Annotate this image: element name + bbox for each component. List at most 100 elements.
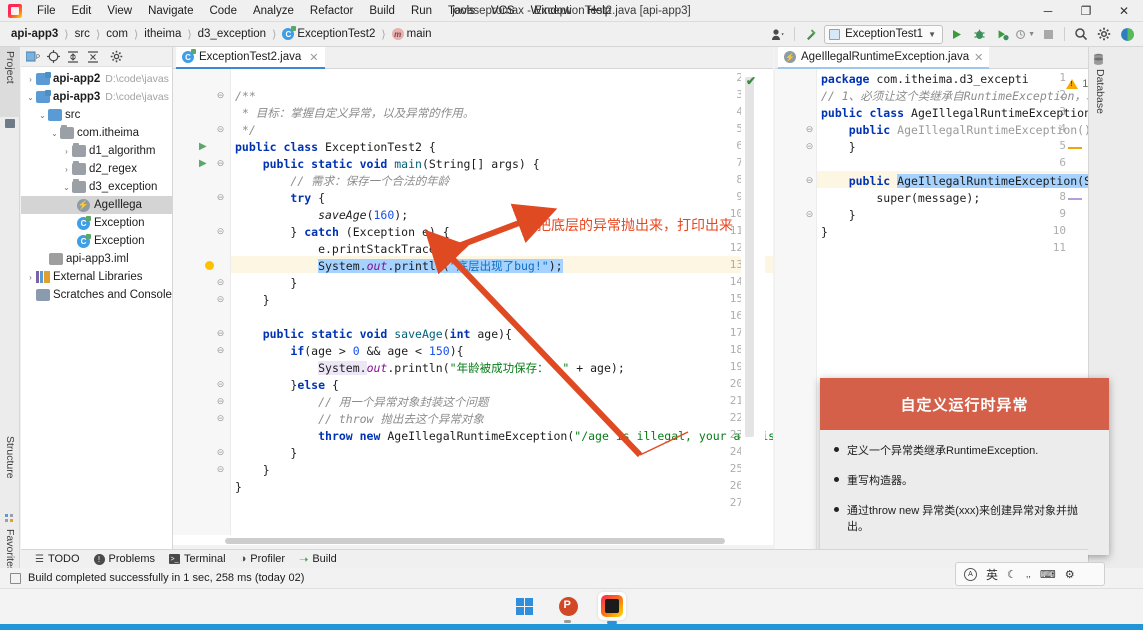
list-item[interactable]: › d2_regex [21, 160, 172, 178]
half-width-icon[interactable]: ,, [1026, 569, 1031, 579]
project-view-selector[interactable]: P [25, 49, 41, 65]
chevron-down-icon[interactable]: ⌄ [25, 93, 36, 102]
list-item[interactable]: C Exception [21, 214, 172, 232]
settings-gear-icon[interactable] [1094, 24, 1114, 44]
tool-button-terminal[interactable]: >_ Terminal [169, 553, 226, 565]
close-icon[interactable]: ✕ [974, 51, 983, 64]
run-coverage-icon[interactable] [992, 24, 1012, 44]
code-fold-toggle[interactable]: ⊝ [216, 227, 225, 236]
code-fold-toggle[interactable]: ⊝ [216, 125, 225, 134]
chevron-right-icon[interactable]: › [61, 147, 72, 156]
profile-icon[interactable] [768, 24, 788, 44]
menu-item-help[interactable]: Help [579, 1, 619, 21]
menu-item-view[interactable]: View [99, 1, 140, 21]
code-fold-toggle[interactable]: ⊖ [216, 159, 225, 168]
ime-mode-icon[interactable]: A [964, 567, 977, 581]
list-item[interactable]: ⌄ d3_exception [21, 178, 172, 196]
list-item[interactable]: ⌄ api-app3 D:\code\javas [21, 88, 172, 106]
list-item[interactable]: › api-app2 D:\code\javas [21, 70, 172, 88]
keyboard-icon[interactable]: ⌨ [1040, 568, 1056, 581]
menu-item-code[interactable]: Code [201, 1, 245, 21]
run-gutter-icon[interactable]: ▶ [199, 141, 209, 152]
breadcrumb-item-src[interactable]: src [72, 27, 93, 41]
breadcrumb-item-itheima[interactable]: itheima [141, 27, 184, 41]
menu-item-run[interactable]: Run [403, 1, 440, 21]
list-item[interactable]: ⌄ com.itheima [21, 124, 172, 142]
powerpoint-icon[interactable] [554, 592, 582, 623]
breadcrumb-item-api-app3[interactable]: api-app3 [8, 27, 61, 41]
breadcrumb[interactable]: api-app3 ⟩ src ⟩ com ⟩ itheima ⟩ d3_exce… [0, 26, 435, 41]
breadcrumb-item-exceptiontest2[interactable]: C ExceptionTest2 [279, 26, 378, 41]
windows-start-icon[interactable] [510, 592, 538, 620]
intellij-idea-icon[interactable] [598, 592, 626, 624]
menu-item-navigate[interactable]: Navigate [140, 1, 201, 21]
run-configuration-selector[interactable]: ExceptionTest1 ▼ [824, 24, 943, 44]
list-item[interactable]: C Exception [21, 232, 172, 250]
list-item-scratches[interactable]: Scratches and Consoles [21, 286, 172, 304]
code-fold-toggle[interactable]: ⊖ [216, 91, 225, 100]
menu-item-analyze[interactable]: Analyze [245, 1, 302, 21]
menu-item-build[interactable]: Build [361, 1, 403, 21]
list-item-ageillegalruntimeexception[interactable]: ⚡ AgeIllega [21, 196, 172, 214]
chevron-right-icon[interactable]: › [25, 273, 36, 282]
sidebar-item-project[interactable]: Project [0, 47, 20, 117]
maximize-button[interactable]: ❐ [1067, 0, 1105, 22]
code-fold-toggle[interactable]: ⊝ [216, 448, 225, 457]
stop-icon[interactable] [1038, 24, 1058, 44]
breadcrumb-item-d3-exception[interactable]: d3_exception [195, 27, 269, 41]
menu-bar[interactable]: File Edit View Navigate Code Analyze Ref… [29, 1, 619, 21]
ime-toolbar[interactable]: A 英 ☾ ,, ⌨ ⚙ [955, 562, 1105, 586]
ime-language-label[interactable]: 英 [986, 566, 998, 583]
collapse-all-icon[interactable] [85, 49, 101, 65]
run-icon[interactable] [946, 24, 966, 44]
code-fold-toggle[interactable]: ⊖ [216, 346, 225, 355]
minimize-button[interactable]: ─ [1029, 0, 1067, 22]
chevron-down-icon[interactable]: ⌄ [49, 129, 60, 138]
menu-item-window[interactable]: Window [523, 1, 580, 21]
search-everywhere-icon[interactable] [1071, 24, 1091, 44]
code-fold-toggle[interactable]: ⊖ [216, 329, 225, 338]
locate-icon[interactable] [45, 49, 61, 65]
code-fold-toggle[interactable]: ⊝ [216, 380, 225, 389]
chevron-right-icon[interactable]: › [61, 165, 72, 174]
project-tree[interactable]: › api-app2 D:\code\javas ⌄ api-app3 D:\c… [21, 67, 172, 304]
code-fold-toggle[interactable]: ⊝ [216, 295, 225, 304]
editor-error-stripe-left[interactable] [741, 69, 765, 535]
updates-icon[interactable] [1117, 24, 1137, 44]
code-fold-toggle[interactable]: ⊖ [805, 176, 814, 185]
chevron-down-icon[interactable]: ⌄ [61, 183, 72, 192]
code-fold-toggle[interactable]: ⊝ [805, 210, 814, 219]
close-button[interactable]: ✕ [1105, 0, 1143, 22]
editor-horizontal-scrollbar[interactable] [173, 535, 773, 545]
code-editor-left[interactable]: 2 3 ⊖ 4 5 ⊝ 6 ▶ 7 ⊖ ▶ 8 9 ⊖ 10 11 ⊝ 12 13 14 ⊝ 15 ⊝ 16 17 ⊖ 18 ⊖ 19 2… [173, 69, 773, 535]
debug-icon[interactable] [969, 24, 989, 44]
tab-ageillegalruntimeexception[interactable]: ⚡ AgeIllegalRuntimeException.java ✕ [778, 47, 990, 69]
run-profiler-icon[interactable]: ▼ [1015, 24, 1035, 44]
scrollbar-thumb[interactable] [225, 538, 725, 544]
code-fold-toggle[interactable]: ⊝ [216, 465, 225, 474]
chevron-right-icon[interactable]: › [25, 75, 36, 84]
tool-button-problems[interactable]: ! Problems [93, 553, 155, 565]
code-fold-toggle[interactable]: ⊝ [216, 278, 225, 287]
gear-icon[interactable]: ⚙ [1065, 568, 1075, 581]
menu-item-edit[interactable]: Edit [64, 1, 100, 21]
tool-button-profiler[interactable]: ◑ Profiler [240, 553, 286, 565]
run-gutter-icon[interactable]: ▶ [199, 158, 209, 169]
list-item[interactable]: › d1_algorithm [21, 142, 172, 160]
menu-item-file[interactable]: File [29, 1, 64, 21]
breadcrumb-item-main[interactable]: m main [389, 27, 435, 41]
list-item-external-libraries[interactable]: › External Libraries [21, 268, 172, 286]
intention-bulb-icon[interactable] [205, 261, 217, 273]
code-fold-toggle[interactable]: ⊖ [805, 125, 814, 134]
code-fold-toggle[interactable]: ⊝ [805, 142, 814, 151]
menu-item-vcs[interactable]: VCS [483, 1, 523, 21]
settings-icon[interactable] [108, 49, 124, 65]
menu-item-refactor[interactable]: Refactor [302, 1, 361, 21]
list-item[interactable]: api-app3.iml [21, 250, 172, 268]
tool-button-todo[interactable]: ☰ TODO [35, 553, 80, 565]
close-icon[interactable]: ✕ [309, 51, 318, 64]
sidebar-item-database[interactable]: Database [1091, 69, 1109, 114]
tool-button-build[interactable]: ➝ Build [299, 553, 337, 566]
expand-all-icon[interactable] [65, 49, 81, 65]
chevron-down-icon[interactable]: ⌄ [37, 111, 48, 120]
